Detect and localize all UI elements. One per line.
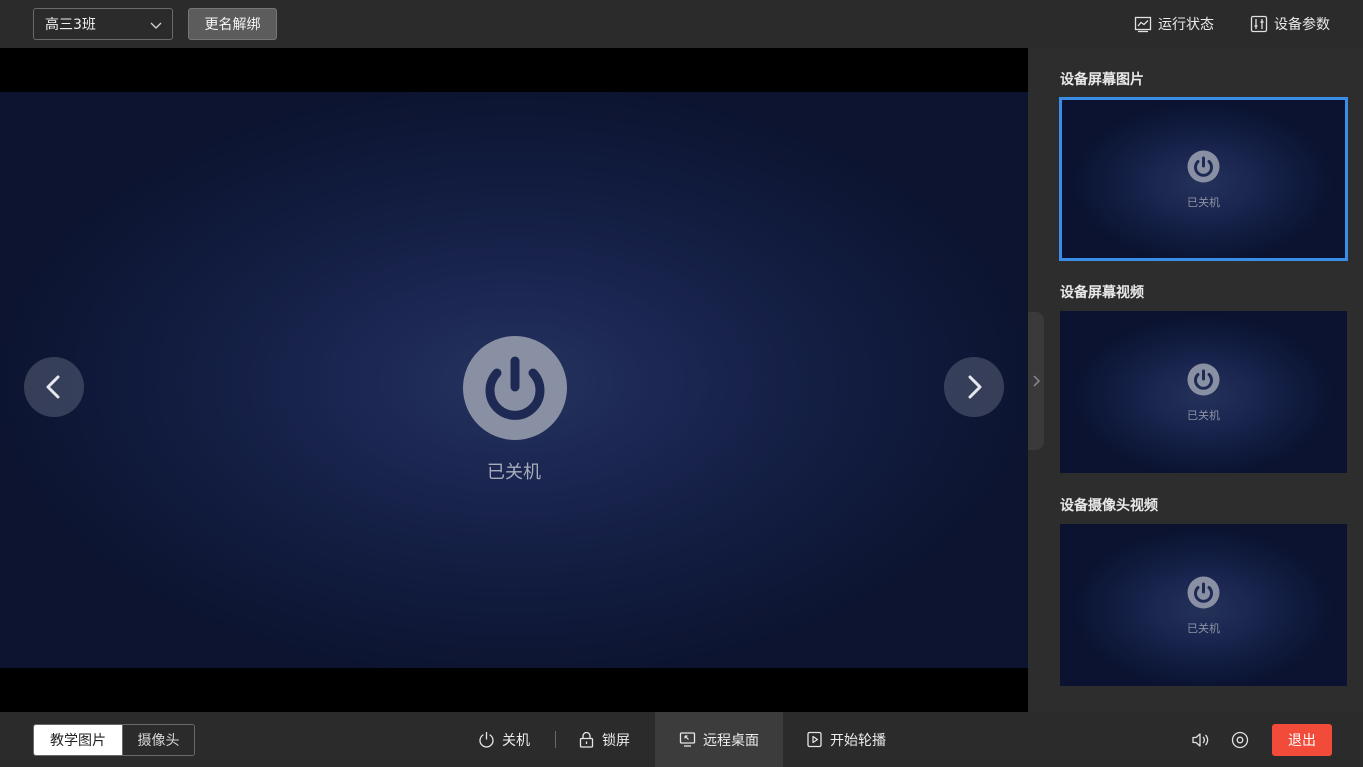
toolbar-divider xyxy=(555,731,556,748)
app-window: 高三3班 更名解绑 运行状态 设备参数 已关机 设备屏幕图片 已关机 设备屏幕视… xyxy=(0,0,1363,767)
thumb-screen-video[interactable]: 已关机 xyxy=(1060,311,1347,473)
device-params-label: 设备参数 xyxy=(1274,17,1330,33)
tab-camera[interactable]: 摄像头 xyxy=(122,725,194,755)
device-select[interactable]: 高三3班 xyxy=(33,8,173,40)
power-icon xyxy=(1187,363,1220,396)
power-icon xyxy=(479,731,494,748)
thumb-screen-image[interactable]: 已关机 xyxy=(1059,97,1348,261)
monitor-chart-icon xyxy=(1134,16,1152,33)
side-panel: 设备屏幕图片 已关机 设备屏幕视频 已关机 设备摄像头视频 已关机 xyxy=(1028,48,1363,712)
play-square-icon xyxy=(807,731,822,748)
shutdown-button[interactable]: 关机 xyxy=(478,712,530,767)
power-icon xyxy=(1187,576,1220,609)
source-tabs: 教学图片 摄像头 xyxy=(33,724,195,756)
sliders-icon xyxy=(1250,15,1268,33)
power-icon xyxy=(1187,150,1220,183)
run-status-button[interactable]: 运行状态 xyxy=(1134,12,1214,36)
section-title-camera-video: 设备摄像头视频 xyxy=(1060,498,1158,514)
rename-unbind-button[interactable]: 更名解绑 xyxy=(188,8,277,40)
remote-desktop-icon xyxy=(679,732,696,747)
start-carousel-label: 开始轮播 xyxy=(830,732,886,749)
thumb-status-text: 已关机 xyxy=(1187,196,1220,209)
record-icon[interactable] xyxy=(1230,730,1250,750)
next-button[interactable] xyxy=(944,357,1004,417)
shutdown-label: 关机 xyxy=(502,732,530,749)
thumb-status-text: 已关机 xyxy=(1187,409,1220,422)
bottom-toolbar: 教学图片 摄像头 关机 锁屏 远程桌面 开始轮播 退出 xyxy=(0,712,1363,767)
thumb-camera-video[interactable]: 已关机 xyxy=(1060,524,1347,686)
tab-teaching-images[interactable]: 教学图片 xyxy=(34,725,122,755)
lock-icon xyxy=(579,731,594,748)
panel-collapse-handle[interactable] xyxy=(1028,312,1044,450)
device-params-button[interactable]: 设备参数 xyxy=(1250,12,1330,36)
chevron-right-icon xyxy=(1033,375,1041,387)
chevron-right-icon xyxy=(968,375,982,399)
chevron-down-icon xyxy=(150,22,162,29)
device-screen: 已关机 xyxy=(0,92,1028,668)
screen-status-text: 已关机 xyxy=(487,462,541,483)
speaker-icon[interactable] xyxy=(1190,730,1210,750)
exit-button[interactable]: 退出 xyxy=(1272,724,1332,756)
remote-desktop-label: 远程桌面 xyxy=(703,732,759,749)
prev-button[interactable] xyxy=(24,357,84,417)
start-carousel-button[interactable]: 开始轮播 xyxy=(806,712,886,767)
remote-desktop-button[interactable]: 远程桌面 xyxy=(655,712,783,767)
section-title-screen-video: 设备屏幕视频 xyxy=(1060,285,1144,301)
lock-screen-button[interactable]: 锁屏 xyxy=(578,712,630,767)
section-title-screen-image: 设备屏幕图片 xyxy=(1060,72,1144,88)
top-bar: 高三3班 更名解绑 运行状态 设备参数 xyxy=(0,0,1363,48)
lock-screen-label: 锁屏 xyxy=(602,732,630,749)
chevron-left-icon xyxy=(46,375,60,399)
device-select-value: 高三3班 xyxy=(45,17,96,33)
thumb-status-text: 已关机 xyxy=(1187,622,1220,635)
power-icon xyxy=(463,336,567,440)
run-status-label: 运行状态 xyxy=(1158,17,1214,33)
main-viewer: 已关机 xyxy=(0,48,1028,712)
